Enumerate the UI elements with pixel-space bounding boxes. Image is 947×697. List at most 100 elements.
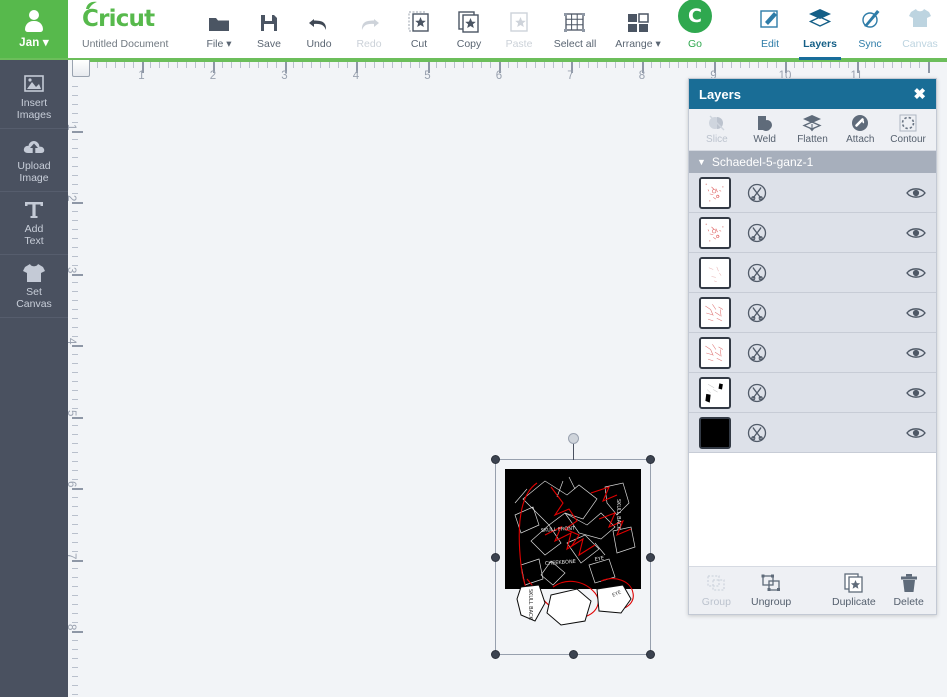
layer-thumbnail[interactable] <box>699 296 731 329</box>
eye-icon[interactable] <box>906 346 926 360</box>
resize-handle-bottom-center[interactable] <box>569 650 578 659</box>
ruler-tick <box>72 666 78 668</box>
eye-icon[interactable] <box>906 306 926 320</box>
chevron-down-icon[interactable]: ▼ <box>697 157 706 167</box>
ruler-tick <box>901 62 903 68</box>
ruler-tick <box>132 62 134 68</box>
ruler-tick <box>615 62 617 68</box>
vertical-ruler[interactable]: 1 2 3 4 5 6 7 8 <box>68 82 90 697</box>
layer-thumbnail[interactable] <box>699 416 731 449</box>
attach-button[interactable]: Attach <box>837 114 884 145</box>
ruler-tick <box>72 639 78 641</box>
select-all-button[interactable]: Select all <box>544 0 606 58</box>
cut-scissors-icon[interactable] <box>747 263 767 283</box>
save-button[interactable]: Save <box>244 0 294 58</box>
resize-handle-bottom-left[interactable] <box>491 650 500 659</box>
ruler-tick <box>72 398 78 400</box>
duplicate-label: Duplicate <box>831 596 876 608</box>
eye-icon[interactable] <box>906 386 926 400</box>
layer-thumbnail[interactable] <box>699 216 731 249</box>
cut-scissors-icon[interactable] <box>747 183 767 203</box>
undo-button[interactable]: Undo <box>294 0 344 58</box>
layer-row[interactable] <box>689 293 936 333</box>
copy-icon <box>458 9 480 33</box>
ruler-tick <box>72 604 78 606</box>
layer-row[interactable] <box>689 413 936 453</box>
chevron-down-icon: ▾ <box>655 37 661 50</box>
layer-thumbnail[interactable] <box>699 256 731 289</box>
ruler-tick <box>820 62 822 68</box>
duplicate-button[interactable]: Duplicate <box>827 573 882 608</box>
layer-row[interactable] <box>689 373 936 413</box>
ruler-tick <box>552 62 554 68</box>
ruler-tick <box>72 353 78 355</box>
layer-row[interactable] <box>689 213 936 253</box>
sidebar-item-insert-images[interactable]: Insert Images <box>0 66 68 129</box>
close-icon[interactable]: ✖ <box>913 87 926 102</box>
tab-edit[interactable]: Edit <box>745 0 795 58</box>
weld-button[interactable]: Weld <box>741 114 788 145</box>
ruler-tick <box>72 85 78 87</box>
eye-icon[interactable] <box>906 426 926 440</box>
group-button[interactable]: Group <box>689 573 744 608</box>
eye-icon[interactable] <box>906 266 926 280</box>
layer-thumbnail[interactable] <box>699 376 731 409</box>
resize-handle-middle-right[interactable] <box>646 553 655 562</box>
rotate-handle[interactable] <box>568 433 579 444</box>
layer-thumbnail[interactable] <box>699 336 731 369</box>
ruler-tick <box>802 62 804 68</box>
cut-scissors-icon[interactable] <box>747 423 767 443</box>
ruler-tick <box>72 210 78 212</box>
resize-handle-bottom-right[interactable] <box>646 650 655 659</box>
sidebar-upload-image-line2: Image <box>19 171 49 184</box>
tab-sync[interactable]: Sync <box>845 0 895 58</box>
cut-scissors-icon[interactable] <box>747 343 767 363</box>
contour-button[interactable]: Contour <box>885 114 932 145</box>
save-label: Save <box>257 37 281 50</box>
cut-button[interactable]: Cut <box>394 0 444 58</box>
resize-handle-top-right[interactable] <box>646 455 655 464</box>
tab-canvas[interactable]: Canvas <box>895 0 945 58</box>
ruler-number: 7 <box>68 553 77 559</box>
ruler-tick <box>72 112 78 114</box>
sync-paint-icon <box>859 8 881 33</box>
ruler-tick <box>123 62 125 68</box>
sidebar-item-set-canvas[interactable]: Set Canvas <box>0 255 68 318</box>
ruler-tick <box>543 62 545 68</box>
cut-scissors-icon[interactable] <box>747 223 767 243</box>
eye-icon[interactable] <box>906 186 926 200</box>
canvas-artwork-selected[interactable]: SKULL FRONT CHEEKBONE EYE SKULL BACK SKU… <box>491 433 655 659</box>
resize-handle-middle-left[interactable] <box>491 553 500 562</box>
layer-row[interactable] <box>689 173 936 213</box>
flatten-button[interactable]: Flatten <box>789 114 836 145</box>
ungroup-button[interactable]: Ungroup <box>744 573 799 608</box>
layers-list[interactable] <box>689 173 936 566</box>
sidebar-item-add-text[interactable]: Add Text <box>0 192 68 255</box>
ruler-origin-button[interactable] <box>72 60 90 77</box>
tab-layers[interactable]: Layers <box>795 0 845 60</box>
delete-button[interactable]: Delete <box>881 573 936 608</box>
ruler-tick <box>72 684 78 686</box>
resize-handle-top-left[interactable] <box>491 455 500 464</box>
cricut-go-icon: C <box>678 0 712 33</box>
ruler-tick <box>72 103 78 105</box>
layer-group-row[interactable]: ▼ Schaedel-5-ganz-1 <box>689 151 936 173</box>
file-menu-button[interactable]: File ▾ <box>194 0 244 58</box>
layer-thumbnail[interactable] <box>699 176 731 209</box>
copy-button[interactable]: Copy <box>444 0 494 58</box>
arrange-menu-button[interactable]: Arrange ▾ <box>606 0 670 58</box>
ruler-tick <box>257 62 259 68</box>
user-account-button[interactable]: Jan ▾ <box>0 0 68 58</box>
layer-row[interactable] <box>689 333 936 373</box>
paste-button[interactable]: Paste <box>494 0 544 58</box>
cut-scissors-icon[interactable] <box>747 383 767 403</box>
ruler-tick <box>204 62 206 68</box>
redo-button[interactable]: Redo <box>344 0 394 58</box>
layer-row[interactable] <box>689 253 936 293</box>
eye-icon[interactable] <box>906 226 926 240</box>
go-button[interactable]: C Go <box>670 0 720 58</box>
slice-button[interactable]: Slice <box>693 114 740 145</box>
cut-scissors-icon[interactable] <box>747 303 767 323</box>
sidebar-item-upload-image[interactable]: Upload Image <box>0 129 68 192</box>
ruler-tick <box>72 273 83 276</box>
